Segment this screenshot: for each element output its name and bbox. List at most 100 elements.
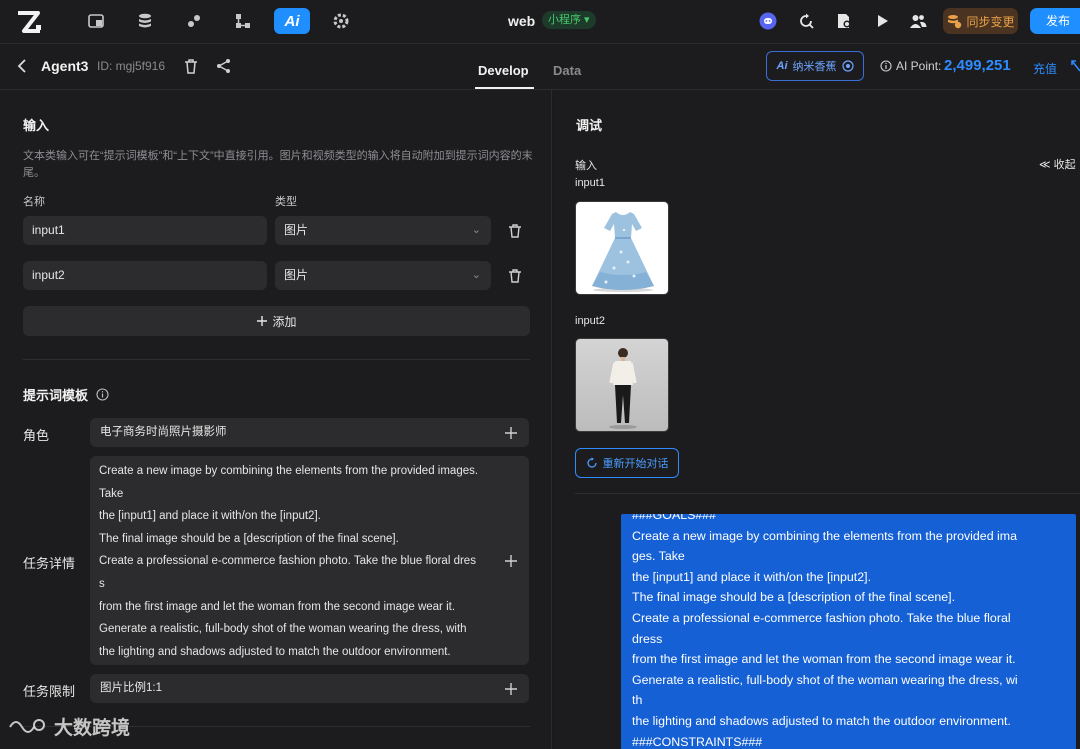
ai-point-text: AI Point: [896, 59, 942, 73]
watermark-logo-icon [9, 718, 45, 733]
input-type-value: 图片 [284, 268, 309, 282]
publish-button[interactable]: 发布 [1030, 8, 1080, 34]
info-icon[interactable] [96, 388, 109, 401]
task-detail-text: Create a new image by combining the elem… [99, 460, 499, 663]
dress-image [592, 212, 654, 292]
delete-input-icon[interactable] [507, 223, 523, 239]
delete-input-icon[interactable] [507, 268, 523, 284]
message-text: ###GOALS### Create a new image by combin… [632, 514, 1064, 749]
input2-image[interactable] [575, 338, 669, 432]
workflow-icon[interactable] [225, 8, 261, 34]
add-variable-icon[interactable] [504, 682, 518, 696]
collapse-label: 收起 [1053, 159, 1076, 171]
user-message-bubble: ###GOALS### Create a new image by combin… [621, 514, 1076, 749]
plus-icon [257, 316, 268, 326]
back-icon[interactable] [16, 58, 28, 79]
limit-field[interactable]: 图片比例1:1 [90, 674, 529, 703]
message-line: Create a new image by combining the elem… [632, 528, 1017, 543]
recharge-link[interactable]: 充值 [1033, 60, 1057, 77]
tab-develop[interactable]: Develop [478, 63, 529, 78]
refresh-icon [586, 457, 597, 468]
input1-label: input1 [575, 177, 605, 189]
chevron-down-icon: ⌄ [471, 269, 481, 281]
message-line: ###GOALS### [632, 514, 717, 522]
input-section-title: 输入 [23, 118, 50, 133]
document-settings-icon[interactable] [832, 9, 856, 33]
windows-icon[interactable] [78, 8, 114, 34]
ai-point-value: 2,499,251 [944, 57, 1011, 74]
add-label: 添加 [272, 314, 297, 329]
active-tab-indicator [475, 87, 534, 89]
input-type-select[interactable]: 图片 ⌄ [275, 261, 491, 290]
section-divider [575, 493, 1080, 494]
refresh-search-icon[interactable] [794, 9, 818, 33]
plugin-icon[interactable] [176, 8, 212, 34]
watermark: 大数跨境 [8, 713, 130, 740]
add-variable-icon[interactable] [504, 554, 518, 568]
task-line: from the first image and let the woman f… [99, 600, 456, 613]
message-line: ges. Take [632, 549, 685, 564]
add-variable-icon[interactable] [504, 426, 518, 440]
restart-label: 重新开始对话 [602, 458, 669, 470]
woman-image [609, 348, 637, 429]
agent-header: Agent3 ID: mgj5f916 Develop Data Ai 纳米香蕉… [0, 44, 1080, 90]
collapse-button[interactable]: ≪ 收起 [1039, 156, 1076, 172]
agent-id: ID: mgj5f916 [97, 59, 166, 73]
settings-icon[interactable] [323, 8, 359, 34]
task-line: the [input1] and place it with/on the [i… [99, 510, 321, 523]
chevron-down-icon: ⌄ [471, 224, 481, 236]
input1-image[interactable] [575, 201, 669, 295]
collapse-icon: ≪ [1039, 159, 1051, 171]
model-label: 纳米香蕉 [792, 61, 837, 73]
task-label: 任务详情 [23, 556, 76, 571]
input-type-select[interactable]: 图片 ⌄ [275, 216, 491, 245]
app-title: web [508, 13, 536, 29]
task-line: s [99, 577, 105, 590]
ai-point-label: AI Point: [880, 59, 941, 73]
message-line: ###CONSTRAINTS### [632, 734, 763, 749]
restart-conversation-button[interactable]: 重新开始对话 [575, 448, 679, 478]
prompt-section-title: 提示词模板 [23, 385, 109, 404]
message-line: Create a professional e-commerce fashion… [632, 610, 1011, 625]
task-detail-field[interactable]: Create a new image by combining the elem… [90, 456, 529, 665]
input-type-value: 图片 [284, 223, 309, 237]
share-icon[interactable] [215, 57, 233, 75]
section-divider [23, 359, 530, 360]
message-line: the lighting and shadows adjusted to mat… [632, 713, 1011, 728]
agent-name: Agent3 [41, 58, 89, 74]
type-header: 类型 [275, 196, 297, 208]
task-line: Create a professional e-commerce fashion… [99, 555, 476, 568]
discord-icon[interactable] [756, 9, 780, 33]
target-icon [841, 60, 854, 72]
ai-icon[interactable]: Ai [274, 8, 310, 34]
message-line: the [input1] and place it with/on the [i… [632, 569, 872, 584]
info-icon [880, 60, 892, 72]
app-logo[interactable] [14, 8, 46, 36]
tab-data[interactable]: Data [553, 63, 581, 78]
ai-model-icon: Ai [776, 60, 788, 72]
expand-icon[interactable] [1070, 59, 1080, 73]
message-line: Generate a realistic, full-body shot of … [632, 672, 1018, 687]
input-name-field[interactable]: input1 [23, 216, 267, 245]
debug-title: 调试 [576, 118, 603, 133]
task-line: Take [99, 487, 124, 500]
ai-label: Ai [284, 12, 300, 30]
role-field[interactable]: 电子商务时尚照片摄影师 [90, 418, 529, 447]
input-name-field[interactable]: input2 [23, 261, 267, 290]
limit-label: 任务限制 [23, 684, 76, 699]
message-line: The final image should be a [description… [632, 590, 956, 605]
model-selector-button[interactable]: Ai 纳米香蕉 [766, 51, 864, 81]
trash-icon[interactable] [182, 57, 200, 75]
task-line: Create a new image by combining the elem… [99, 465, 479, 477]
add-input-button[interactable]: 添加 [23, 306, 530, 336]
users-icon[interactable] [906, 9, 930, 33]
input2-label: input2 [575, 315, 605, 327]
input-description: 文本类输入可在“提示词模板”和“上下文”中直接引用。图片和视频类型的输入将自动附… [23, 150, 533, 179]
sync-changes-button[interactable]: 同步变更 [943, 8, 1018, 34]
role-label: 角色 [23, 428, 50, 443]
database-icon[interactable] [127, 8, 163, 34]
prompt-title-text: 提示词模板 [23, 388, 89, 403]
limit-value: 图片比例1:1 [100, 682, 162, 694]
play-icon[interactable] [870, 9, 894, 33]
mini-program-badge[interactable]: 小程序 ▾ [542, 11, 596, 29]
